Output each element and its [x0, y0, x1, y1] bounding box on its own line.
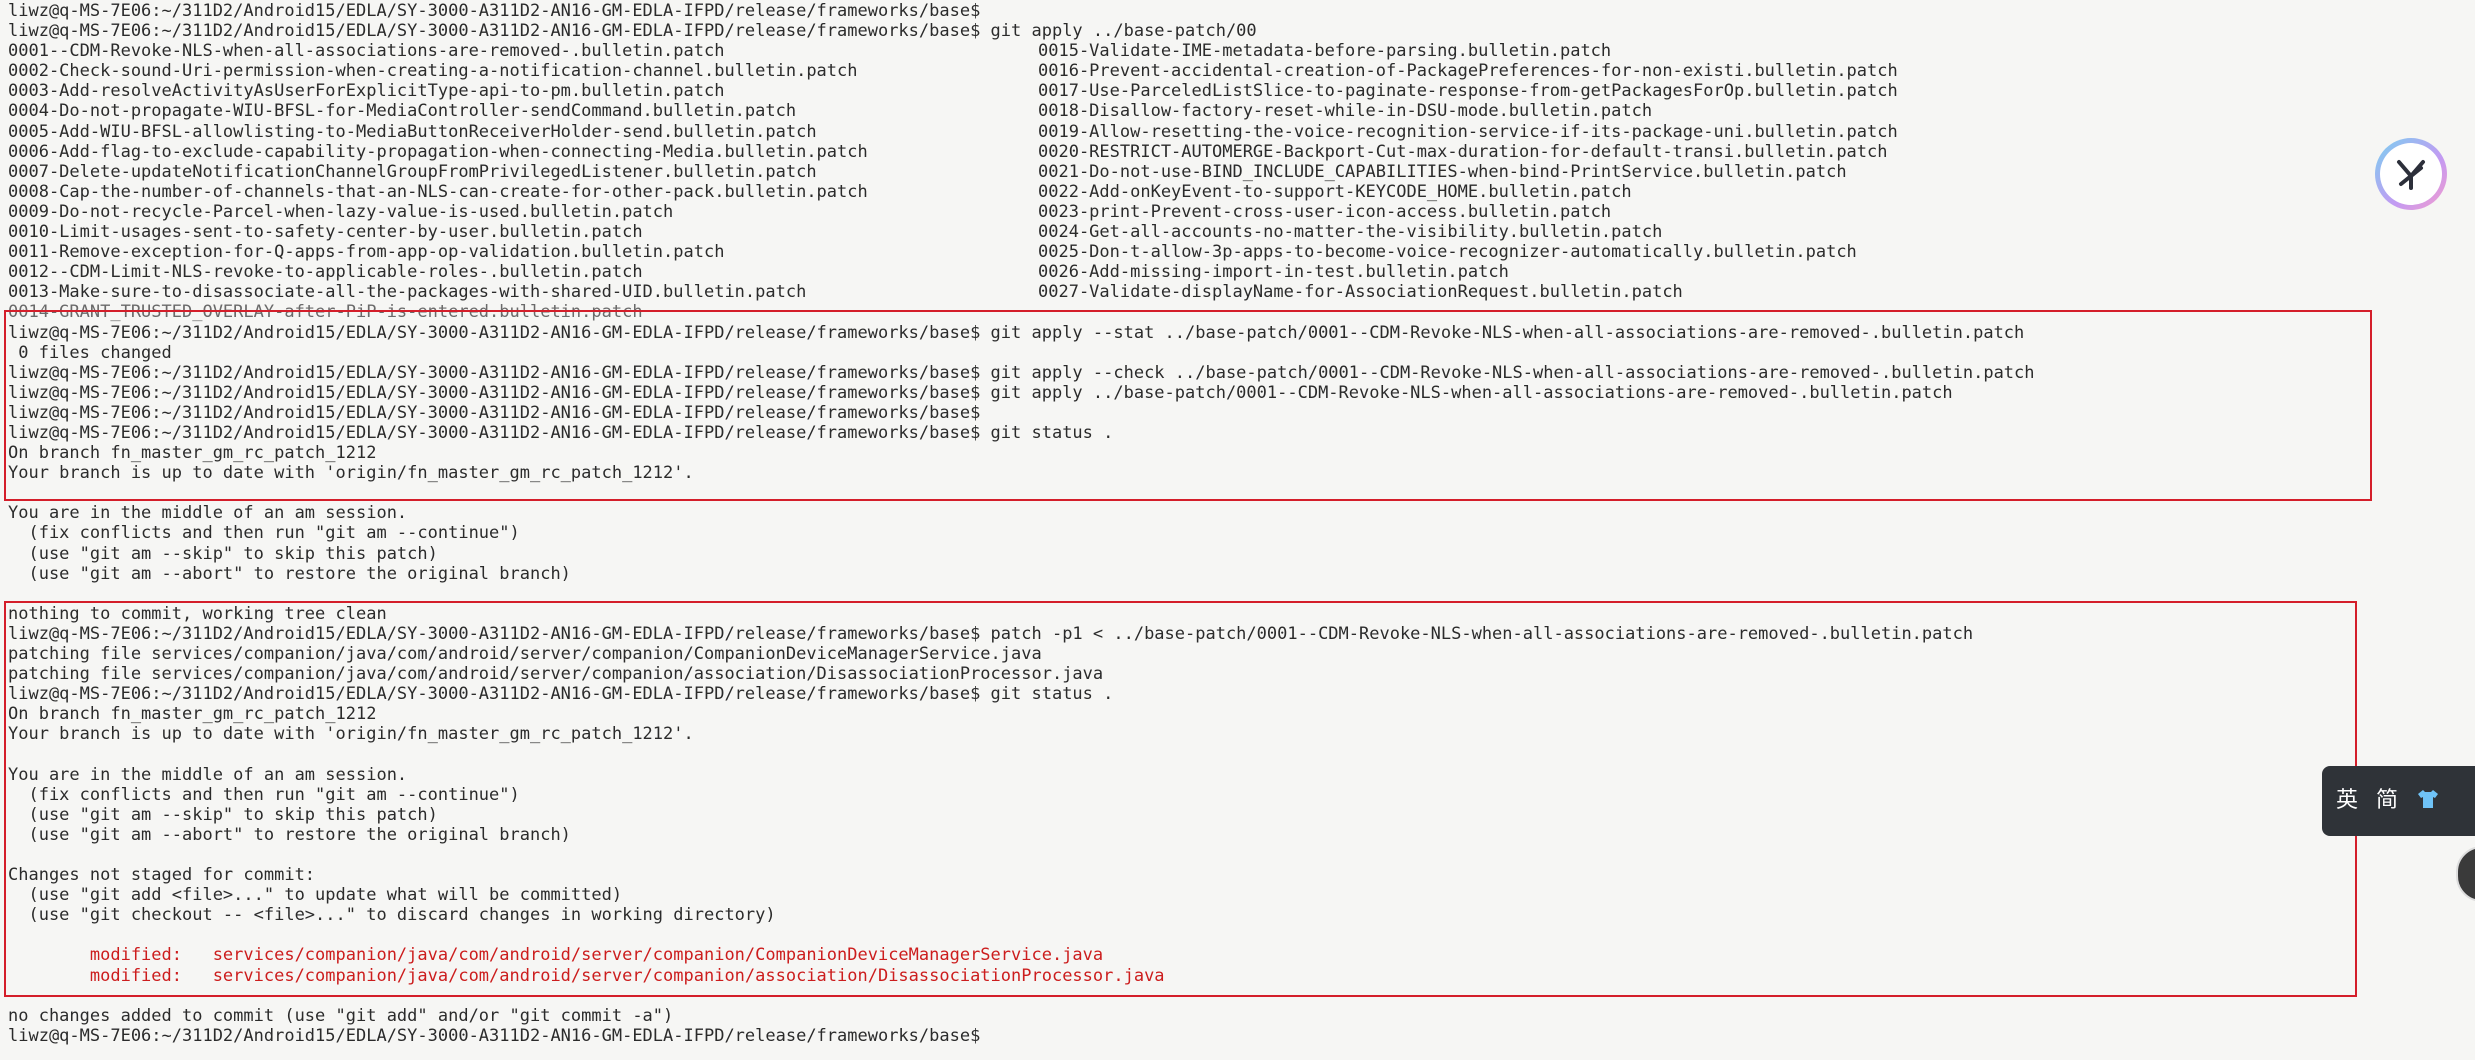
output-line: liwz@q-MS-7E06:~/311D2/Android15/EDLA/SY…	[8, 362, 2035, 383]
patch-list-row: 0012--CDM-Limit-NLS-revoke-to-applicable…	[8, 262, 2475, 282]
output-line: liwz@q-MS-7E06:~/311D2/Android15/EDLA/SY…	[8, 322, 2025, 343]
patch-file-name: 0008-Cap-the-number-of-channels-that-an-…	[8, 181, 868, 202]
modified-files-list: modified: services/companion/java/com/an…	[8, 945, 2475, 985]
output-line: liwz@q-MS-7E06:~/311D2/Android15/EDLA/SY…	[8, 1025, 981, 1046]
patch-file-name: 0020-RESTRICT-AUTOMERGE-Backport-Cut-max…	[1038, 141, 1888, 162]
output-line: You are in the middle of an am session.	[8, 503, 408, 524]
ime-language-toggle[interactable]: 英	[2336, 789, 2358, 811]
assistant-logo-icon	[2380, 143, 2442, 205]
patch-list-row: 0009-Do-not-recycle-Parcel-when-lazy-val…	[8, 202, 2475, 222]
patch-list-row: 0011-Remove-exception-for-Q-apps-from-ap…	[8, 242, 2475, 262]
final-output: no changes added to commit (use "git add…	[8, 986, 2475, 1046]
patch-file-name: 0021-Do-not-use-BIND_INCLUDE_CAPABILITIE…	[1038, 161, 1847, 182]
patch-file-name: 0015-Validate-IME-metadata-before-parsin…	[1038, 41, 1612, 62]
am-session-output: You are in the middle of an am session. …	[8, 483, 2475, 604]
patch-list-row: 0001--CDM-Revoke-NLS-when-all-associatio…	[8, 41, 2475, 61]
patch-list-row: 0003-Add-resolveActivityAsUserForExplici…	[8, 81, 2475, 101]
patch-list-row: 0013-Make-sure-to-disassociate-all-the-p…	[8, 282, 2475, 302]
patch-file-name: 0024-Get-all-accounts-no-matter-the-visi…	[1038, 222, 1663, 243]
output-line: patching file services/companion/java/co…	[8, 644, 1042, 664]
patch-file-name: 0019-Allow-resetting-the-voice-recogniti…	[1038, 121, 1898, 142]
output-line: (fix conflicts and then run "git am --co…	[8, 784, 520, 805]
patch-file-name: 0023-print-Prevent-cross-user-icon-acces…	[1038, 201, 1612, 222]
patch-list-row: 0007-Delete-updateNotificationChannelGro…	[8, 162, 2475, 182]
output-line: (use "git am --abort" to restore the ori…	[8, 824, 571, 845]
output-line: liwz@q-MS-7E06:~/311D2/Android15/EDLA/SY…	[8, 402, 981, 423]
output-line: 0 files changed	[8, 342, 172, 363]
patch-file-name: 0010-Limit-usages-sent-to-safety-center-…	[8, 222, 643, 243]
patch-file-name: 0027-Validate-displayName-for-Associatio…	[1038, 282, 1683, 303]
patch-and-status-output: nothing to commit, working tree clean liw…	[8, 604, 2475, 946]
patch-file-name: 0013-Make-sure-to-disassociate-all-the-p…	[8, 282, 807, 303]
patch-file-name: 0012--CDM-Limit-NLS-revoke-to-applicable…	[8, 262, 643, 283]
output-line: Changes not staged for commit:	[8, 865, 316, 886]
patch-file-name: 0009-Do-not-recycle-Parcel-when-lazy-val…	[8, 201, 674, 222]
patch-list-row: 0006-Add-flag-to-exclude-capability-prop…	[8, 142, 2475, 162]
modified-file-line: modified: services/companion/java/com/an…	[8, 965, 1165, 986]
patch-file-name: 0026-Add-missing-import-in-test.bulletin…	[1038, 262, 1509, 283]
output-line: nothing to commit, working tree clean	[8, 603, 387, 624]
patch-list-row: 0008-Cap-the-number-of-channels-that-an-…	[8, 182, 2475, 202]
patch-file-name: 0022-Add-onKeyEvent-to-support-KEYCODE_H…	[1038, 181, 1632, 202]
patch-file-name: 0005-Add-WIU-BFSL-allowlisting-to-MediaB…	[8, 121, 817, 142]
output-line: Your branch is up to date with 'origin/f…	[8, 724, 694, 745]
patch-file-name: 0006-Add-flag-to-exclude-capability-prop…	[8, 141, 868, 162]
output-line: On branch fn_master_gm_rc_patch_1212	[8, 443, 377, 464]
terminal-window[interactable]: liwz@q-MS-7E06:~/311D2/Android15/EDLA/SY…	[0, 0, 2475, 1060]
output-line: (use "git add <file>..." to update what …	[8, 885, 623, 906]
output-line: liwz@q-MS-7E06:~/311D2/Android15/EDLA/SY…	[8, 422, 1114, 443]
output-line: (use "git am --skip" to skip this patch)	[8, 543, 438, 564]
modified-file-line: modified: services/companion/java/com/an…	[8, 945, 1104, 966]
git-apply-output: liwz@q-MS-7E06:~/311D2/Android15/EDLA/SY…	[8, 323, 2475, 484]
patch-list-row: 0004-Do-not-propagate-WIU-BFSL-for-Media…	[8, 101, 2475, 121]
output-line: no changes added to commit (use "git add…	[8, 1005, 674, 1026]
output-line: (use "git checkout -- <file>..." to disc…	[8, 905, 776, 926]
struck-patch-line: 0014-GRANT_TRUSTED_OVERLAY-after-PiP-is-…	[8, 302, 643, 323]
output-line: patching file services/companion/java/co…	[8, 664, 1104, 685]
output-line: (use "git am --skip" to skip this patch)	[8, 804, 438, 825]
patch-list-row: 0010-Limit-usages-sent-to-safety-center-…	[8, 222, 2475, 242]
patch-file-name: 0003-Add-resolveActivityAsUserForExplici…	[8, 81, 725, 102]
patch-file-name: 0011-Remove-exception-for-Q-apps-from-ap…	[8, 242, 725, 263]
output-line: You are in the middle of an am session.	[8, 764, 408, 785]
patch-file-name: 0025-Don-t-allow-3p-apps-to-become-voice…	[1038, 242, 1857, 263]
assistant-floating-button[interactable]	[2375, 138, 2447, 210]
patch-file-name: 0002-Check-sound-Uri-permission-when-cre…	[8, 61, 858, 82]
output-line: liwz@q-MS-7E06:~/311D2/Android15/EDLA/SY…	[8, 623, 1974, 644]
ime-toolbar[interactable]: 英 简	[2322, 766, 2475, 836]
patch-file-name: 0001--CDM-Revoke-NLS-when-all-associatio…	[8, 41, 725, 62]
output-line: Your branch is up to date with 'origin/f…	[8, 463, 694, 484]
patch-file-name: 0017-Use-ParceledListSlice-to-paginate-r…	[1038, 81, 1898, 102]
command-line: liwz@q-MS-7E06:~/311D2/Android15/EDLA/SY…	[8, 21, 1257, 42]
prompt-line: liwz@q-MS-7E06:~/311D2/Android15/EDLA/SY…	[8, 1, 981, 21]
patch-file-name: 0018-Disallow-factory-reset-while-in-DSU…	[1038, 101, 1653, 122]
output-line: (fix conflicts and then run "git am --co…	[8, 523, 520, 544]
patch-file-list: 0001--CDM-Revoke-NLS-when-all-associatio…	[8, 41, 2475, 302]
patch-list-row: 0005-Add-WIU-BFSL-allowlisting-to-MediaB…	[8, 122, 2475, 142]
patch-file-name: 0016-Prevent-accidental-creation-of-Pack…	[1038, 61, 1898, 82]
ime-mode-toggle[interactable]: 简	[2376, 789, 2398, 811]
patch-file-name: 0004-Do-not-propagate-WIU-BFSL-for-Media…	[8, 101, 797, 122]
shirt-icon[interactable]	[2416, 788, 2440, 814]
patch-file-name: 0007-Delete-updateNotificationChannelGro…	[8, 161, 817, 182]
output-line: On branch fn_master_gm_rc_patch_1212	[8, 704, 377, 725]
output-line: liwz@q-MS-7E06:~/311D2/Android15/EDLA/SY…	[8, 684, 1114, 705]
output-line: (use "git am --abort" to restore the ori…	[8, 563, 571, 584]
patch-list-row: 0002-Check-sound-Uri-permission-when-cre…	[8, 61, 2475, 81]
output-line: liwz@q-MS-7E06:~/311D2/Android15/EDLA/SY…	[8, 382, 1953, 403]
